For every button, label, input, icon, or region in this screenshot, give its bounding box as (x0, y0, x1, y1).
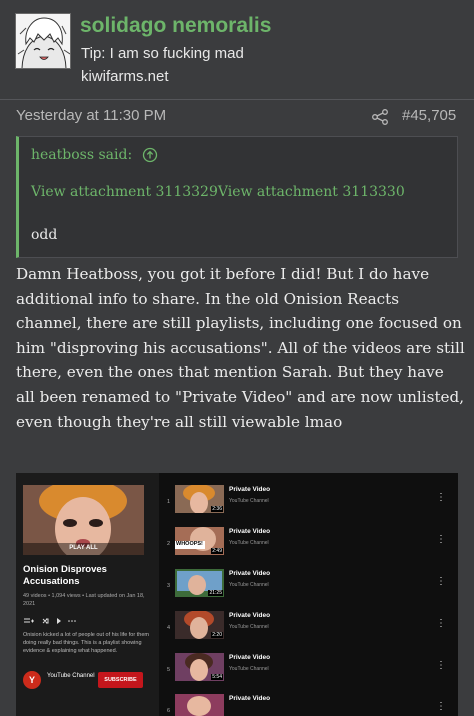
thumbnail-overlay-text: WHOOPS! (176, 541, 203, 547)
video-row[interactable]: 4 2:20 Private Video YouTube Channel ⋮ (166, 611, 456, 649)
header-divider (0, 99, 474, 100)
share-icon (57, 618, 61, 624)
user-site: kiwifarms.net (81, 68, 169, 85)
post-body: Damn Heatboss, you got it before I did! … (16, 265, 465, 431)
quote-author[interactable]: heatboss said: (31, 147, 132, 163)
video-channel[interactable]: YouTube Channel (229, 498, 269, 504)
vertical-dots-icon[interactable]: ⋮ (436, 619, 446, 629)
video-index: 2 (167, 541, 171, 547)
video-index: 6 (167, 708, 171, 714)
playlist-title: Onision Disproves Accusations (23, 564, 107, 587)
video-row[interactable]: 3 21:25 Private Video YouTube Channel ⋮ (166, 569, 456, 607)
avatar[interactable] (15, 13, 71, 69)
video-thumbnail[interactable]: 21:25 (175, 569, 224, 597)
video-row[interactable]: 6 Private Video ⋮ (166, 694, 456, 716)
video-duration: 21:25 (208, 590, 223, 596)
video-index: 3 (167, 583, 171, 589)
quote-text: odd (31, 227, 58, 243)
vertical-dots-icon[interactable]: ⋮ (436, 661, 446, 671)
playlist-actions (23, 616, 93, 626)
vertical-dots-icon[interactable]: ⋮ (436, 702, 446, 712)
video-index: 4 (167, 625, 171, 631)
post-date[interactable]: Yesterday at 11:30 PM (16, 107, 166, 124)
video-channel[interactable]: YouTube Channel (229, 624, 269, 630)
video-title[interactable]: Private Video (229, 570, 270, 577)
quote-attachments[interactable]: View attachment 3113329View attachment 3… (31, 184, 405, 200)
quote-block: heatboss said: View attachment 3113329Vi… (16, 136, 458, 258)
vertical-dots-icon[interactable]: ⋮ (436, 493, 446, 503)
subscribe-button[interactable]: SUBSCRIBE (98, 672, 143, 688)
play-all-label[interactable]: PLAY ALL (23, 545, 144, 551)
video-index: 1 (167, 499, 171, 505)
video-thumbnail[interactable]: 2:36 (175, 485, 224, 513)
playlist-description: Onision kicked a lot of people out of hi… (23, 632, 149, 654)
video-row[interactable]: 5 5:54 Private Video YouTube Channel ⋮ (166, 653, 456, 691)
video-thumbnail[interactable]: 5:54 (175, 653, 224, 681)
video-channel[interactable]: YouTube Channel (229, 582, 269, 588)
playlist-meta: 49 videos • 1,094 views • Last updated o… (23, 593, 145, 607)
youtube-logo-icon[interactable]: Y (23, 671, 41, 689)
video-duration: 2:49 (211, 548, 223, 554)
playlist-thumbnail[interactable]: PLAY ALL (23, 485, 144, 555)
playlist-panel: PLAY ALL Onision Disproves Accusations 4… (16, 473, 159, 716)
video-row[interactable]: 1 2:36 Private Video YouTube Channel ⋮ (166, 485, 456, 523)
video-title[interactable]: Private Video (229, 612, 270, 619)
embedded-screenshot[interactable]: PLAY ALL Onision Disproves Accusations 4… (16, 473, 458, 716)
shuffle-icon (42, 618, 49, 624)
add-to-queue-icon (24, 618, 34, 623)
username[interactable]: solidago nemoralis (80, 14, 271, 38)
video-channel[interactable]: YouTube Channel (229, 540, 269, 546)
video-title[interactable]: Private Video (229, 486, 270, 493)
video-title[interactable]: Private Video (229, 654, 270, 661)
video-channel[interactable]: YouTube Channel (229, 666, 269, 672)
vertical-dots-icon[interactable]: ⋮ (436, 577, 446, 587)
video-duration: 2:36 (211, 506, 223, 512)
more-icon (68, 620, 76, 622)
video-index: 5 (167, 667, 171, 673)
arrow-up-circle-icon[interactable] (142, 147, 158, 163)
channel-name[interactable]: YouTube Channel (47, 672, 97, 680)
video-duration: 5:54 (211, 674, 223, 680)
video-row[interactable]: 2 WHOOPS! 2:49 Private Video YouTube Cha… (166, 527, 456, 565)
video-thumbnail[interactable]: WHOOPS! 2:49 (175, 527, 224, 555)
video-title[interactable]: Private Video (229, 528, 270, 535)
video-title[interactable]: Private Video (229, 695, 270, 702)
user-title: Tip: I am so fucking mad (81, 45, 244, 62)
forum-post: solidago nemoralis Tip: I am so fucking … (0, 0, 474, 716)
post-number[interactable]: #45,705 (402, 107, 456, 124)
share-icon[interactable] (371, 108, 389, 126)
video-thumbnail[interactable]: 2:20 (175, 611, 224, 639)
vertical-dots-icon[interactable]: ⋮ (436, 535, 446, 545)
video-duration: 2:20 (211, 632, 223, 638)
video-thumbnail[interactable] (175, 694, 224, 716)
